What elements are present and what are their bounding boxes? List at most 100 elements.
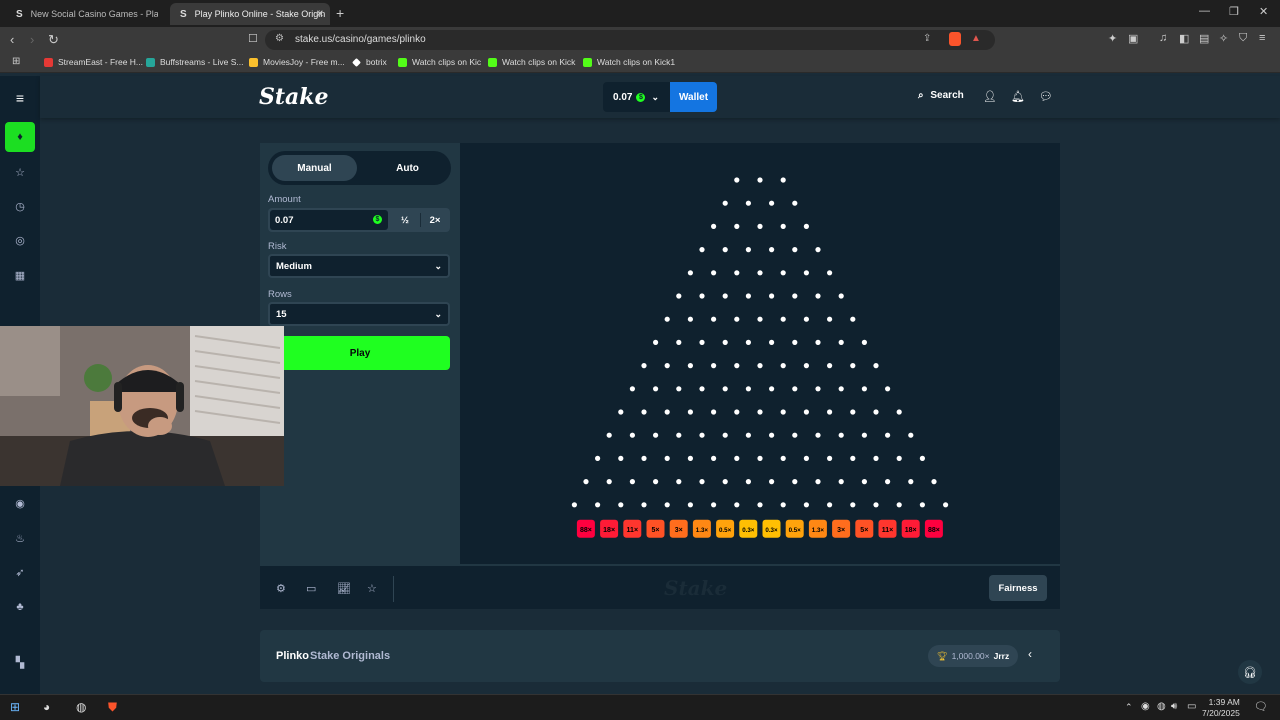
bookmark-item[interactable]: Watch clips on Kick: [488, 57, 575, 67]
reload-icon[interactable]: ↻: [48, 32, 59, 48]
plinko-peg: [873, 409, 879, 415]
vpn-icon[interactable]: ⛉: [1239, 32, 1247, 45]
plinko-peg: [780, 409, 786, 415]
plinko-peg: [827, 455, 833, 461]
volume-icon[interactable]: 🔊︎: [1171, 701, 1177, 712]
new-tab-button[interactable]: +: [336, 5, 344, 21]
plinko-board: 88× 18× 11× 5× 3× 1.3× 0.5× 0.3× 0.3× 0.5× 1.3× 3× 5…: [460, 143, 1060, 564]
challenges-target-icon[interactable]: ◎: [13, 234, 27, 247]
settings-gear-icon[interactable]: ⚙: [276, 582, 286, 595]
recent-history-icon[interactable]: ◷: [13, 200, 27, 213]
balance-selector[interactable]: 0.07 $ ⌄: [603, 82, 671, 112]
risk-select[interactable]: Medium ⌄: [268, 254, 450, 278]
steam-app-icon[interactable]: ◍: [76, 700, 86, 714]
bookmark-label: botrix: [366, 57, 387, 67]
plinko-peg: [873, 502, 879, 508]
discord-app-icon[interactable]: ◕: [43, 700, 50, 714]
stake-favicon-icon: S: [180, 8, 187, 20]
favourite-star-icon[interactable]: ☆: [367, 582, 377, 595]
browser-tab[interactable]: S New Social Casino Games - Play Free: [6, 3, 158, 25]
minimize-icon[interactable]: —: [1199, 5, 1210, 17]
brave-app-icon[interactable]: ⛊: [108, 700, 117, 715]
screenshot-icon[interactable]: ▣: [1128, 32, 1138, 45]
brave-rewards-icon[interactable]: ▲: [971, 33, 981, 44]
share-icon[interactable]: ⇪: [923, 33, 931, 44]
stake-favicon-icon: S: [16, 8, 23, 20]
live-support-headset-icon[interactable]: 🎧︎: [1238, 660, 1262, 684]
bookmark-item[interactable]: Buffstreams - Live S...: [146, 57, 243, 67]
extensions-icon[interactable]: ✦: [1108, 32, 1117, 45]
system-clock[interactable]: 1:39 AM 7/20/2025: [1202, 697, 1240, 719]
media-icon[interactable]: ♫: [1159, 32, 1167, 44]
theatre-mode-icon[interactable]: ▭: [306, 582, 316, 595]
plinko-peg: [734, 270, 740, 276]
plinko-peg: [641, 502, 647, 508]
obs-tray-icon[interactable]: ◉: [1141, 701, 1150, 712]
kick-favicon-icon: [488, 57, 497, 67]
apps-grid-icon[interactable]: ⊞: [12, 56, 20, 67]
originals-icon[interactable]: ◉: [13, 497, 27, 510]
sweeps-coin-icon: $: [373, 215, 382, 224]
game-info-bar[interactable]: Plinko Stake Originals 🏆︎ 1,000.00× Jrrz…: [260, 630, 1060, 682]
search-button[interactable]: ⌕ Search: [918, 90, 964, 101]
bookmark-page-icon[interactable]: ☐: [248, 32, 258, 45]
bookmark-item[interactable]: StreamEast - Free H...: [44, 57, 143, 67]
half-bet-button[interactable]: ½: [391, 210, 419, 230]
plinko-peg: [861, 432, 867, 438]
wallet-button[interactable]: Wallet: [670, 82, 717, 112]
windows-start-icon[interactable]: ⊞: [10, 700, 20, 714]
hot-games-flame-icon[interactable]: ♨: [13, 532, 27, 545]
browser-menu-icon[interactable]: ≡: [1259, 32, 1265, 44]
bookmark-item[interactable]: Watch clips on Kic: [398, 57, 481, 67]
plinko-peg: [757, 177, 763, 183]
plinko-peg: [757, 223, 763, 229]
close-tab-icon[interactable]: ✕: [316, 9, 324, 20]
notification-center-icon[interactable]: 🗨︎: [1254, 700, 1268, 713]
play-button[interactable]: Play: [270, 336, 450, 370]
casino-chip-icon[interactable]: ♦: [13, 131, 27, 143]
network-icon[interactable]: ▭: [1187, 701, 1196, 712]
user-profile-icon[interactable]: 👤︎: [983, 90, 997, 103]
double-bet-button[interactable]: 2×: [421, 210, 449, 230]
notifications-bell-icon[interactable]: 🔔︎: [1011, 90, 1025, 103]
show-hidden-icons-icon[interactable]: ⌃: [1125, 702, 1133, 713]
forward-icon[interactable]: ›: [30, 32, 34, 47]
plinko-peg: [792, 247, 798, 253]
stake-logo[interactable]: Stake: [259, 84, 329, 110]
slots-icon[interactable]: ♣: [13, 601, 27, 613]
leo-ai-icon[interactable]: ✧: [1219, 32, 1228, 45]
close-window-icon[interactable]: ✕: [1259, 5, 1268, 18]
bookmark-item[interactable]: Watch clips on Kick1: [583, 57, 675, 67]
steam-tray-icon[interactable]: ◍: [1157, 701, 1166, 712]
manual-mode-tab[interactable]: Manual: [272, 155, 357, 181]
chevron-down-icon: ⌄: [434, 309, 442, 319]
sidebar-toggle-icon[interactable]: ◧: [1179, 32, 1189, 45]
promotions-gift-icon[interactable]: ▚: [13, 656, 27, 669]
top-win-badge[interactable]: 🏆︎ 1,000.00× Jrrz: [928, 645, 1018, 667]
address-bar[interactable]: ⚙ stake.us/casino/games/plinko ⇪ ▲: [265, 30, 995, 50]
bookmark-item[interactable]: botrix: [352, 57, 387, 67]
bookmark-item[interactable]: MoviesJoy - Free m...: [249, 57, 345, 67]
plinko-peg: [699, 432, 705, 438]
plinko-peg: [838, 386, 844, 392]
bet-amount-input[interactable]: [270, 210, 388, 230]
chat-bubble-icon[interactable]: 💬︎: [1039, 90, 1053, 103]
chevron-left-icon[interactable]: ‹: [1028, 647, 1032, 661]
rows-select[interactable]: 15 ⌄: [268, 302, 450, 326]
auto-mode-tab[interactable]: Auto: [365, 155, 450, 181]
my-bets-icon[interactable]: ▦: [13, 269, 27, 282]
restore-icon[interactable]: ❐: [1229, 5, 1239, 18]
hamburger-menu-icon[interactable]: ≡: [13, 90, 27, 106]
plinko-peg: [687, 363, 693, 369]
multiplier-label: 0.5×: [719, 527, 732, 534]
favourites-star-icon[interactable]: ☆: [13, 166, 27, 179]
plinko-peg: [850, 409, 856, 415]
fairness-button[interactable]: Fairness: [989, 575, 1047, 601]
live-stats-icon[interactable]: 📈︎: [337, 582, 351, 595]
site-settings-icon[interactable]: ⚙: [275, 33, 284, 44]
wallet-ext-icon[interactable]: ▤: [1199, 32, 1209, 45]
browser-tab-active[interactable]: S Play Plinko Online - Stake Origin ✕: [170, 3, 330, 25]
back-icon[interactable]: ‹: [10, 32, 14, 47]
new-releases-rocket-icon[interactable]: ➶: [13, 566, 27, 579]
brave-shield-icon[interactable]: [949, 32, 961, 46]
